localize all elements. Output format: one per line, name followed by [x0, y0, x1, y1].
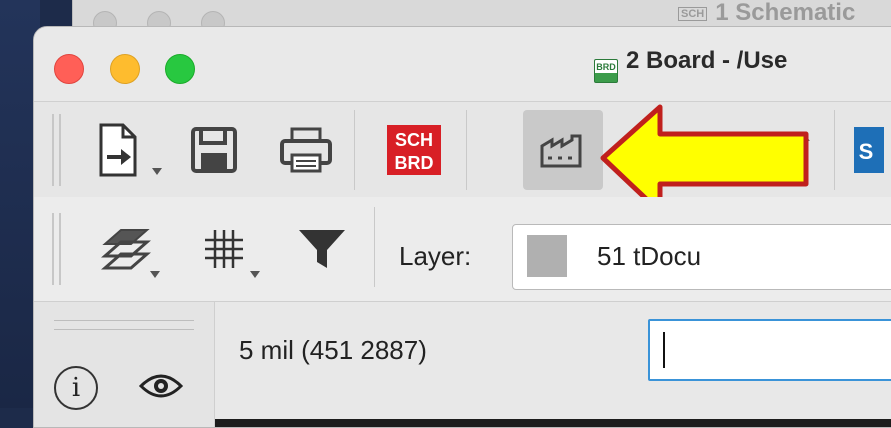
board-canvas[interactable] [215, 419, 891, 427]
sch-brd-icon: SCH BRD [387, 125, 441, 175]
layer-toolbar: Layer: 51 tDocu [34, 197, 891, 302]
svg-text:S: S [859, 139, 874, 164]
zoom-button[interactable] [165, 54, 195, 84]
toolbar-separator [466, 110, 467, 190]
layers-icon [101, 229, 151, 270]
printer-icon [280, 127, 332, 173]
factory-icon [540, 134, 582, 168]
toolbar-grip[interactable] [59, 114, 61, 186]
close-button[interactable] [54, 54, 84, 84]
save-button[interactable] [174, 110, 254, 190]
status-area: i 5 mil (451 2887) [34, 302, 891, 427]
layer-select[interactable]: 51 tDocu [512, 224, 891, 290]
background-window-title: SCH 1 Schematic [678, 0, 855, 27]
floppy-disk-icon [191, 127, 237, 173]
document-export-icon [99, 123, 137, 177]
chevron-down-icon [150, 271, 160, 278]
partial-button-2[interactable]: S [849, 110, 889, 190]
export-button[interactable] [82, 110, 162, 190]
toolbar-grip[interactable] [52, 114, 54, 186]
sch-label: SCH [395, 130, 433, 150]
main-toolbar: SCH BRD S [34, 101, 891, 215]
chevron-down-icon [152, 168, 162, 175]
info-icon[interactable]: i [54, 366, 98, 410]
minimize-button[interactable] [110, 54, 140, 84]
toolbar-separator [374, 207, 375, 287]
brd-file-icon: BRD [594, 59, 618, 83]
filter-button[interactable] [282, 209, 362, 289]
panel-grip[interactable] [54, 329, 194, 330]
text-caret [663, 332, 665, 368]
sch-file-icon: SCH [678, 6, 708, 21]
grid-button[interactable] [184, 209, 264, 289]
chevron-down-icon [250, 271, 260, 278]
toolbar-grip[interactable] [52, 213, 54, 285]
toolbar-grip[interactable] [59, 213, 61, 285]
print-button[interactable] [266, 110, 346, 190]
window-title: BRD 2 Board - /Use [594, 47, 787, 83]
title-bar[interactable]: BRD 2 Board - /Use [34, 27, 891, 101]
filter-icon [299, 230, 345, 268]
eye-icon[interactable] [139, 370, 183, 402]
toolbar-separator [834, 110, 835, 190]
blue-app-icon: S [854, 127, 884, 173]
sch-brd-switch-button[interactable]: SCH BRD [374, 110, 454, 190]
side-panel: i [34, 302, 215, 427]
toolbar-separator [354, 110, 355, 190]
board-window: BRD 2 Board - /Use SCH BRD S Layer: 51 t… [33, 26, 891, 428]
brd-label: BRD [395, 153, 434, 173]
panel-grip[interactable] [54, 320, 194, 321]
layer-color-swatch [527, 235, 567, 277]
grid-icon [205, 230, 243, 268]
layer-value: 51 tDocu [597, 241, 702, 271]
manufacturing-button[interactable] [523, 110, 603, 190]
layer-visibility-button[interactable] [86, 209, 166, 289]
command-input[interactable] [648, 319, 891, 381]
layer-label: Layer: [399, 241, 472, 271]
cursor-coordinates: 5 mil (451 2887) [239, 335, 427, 365]
